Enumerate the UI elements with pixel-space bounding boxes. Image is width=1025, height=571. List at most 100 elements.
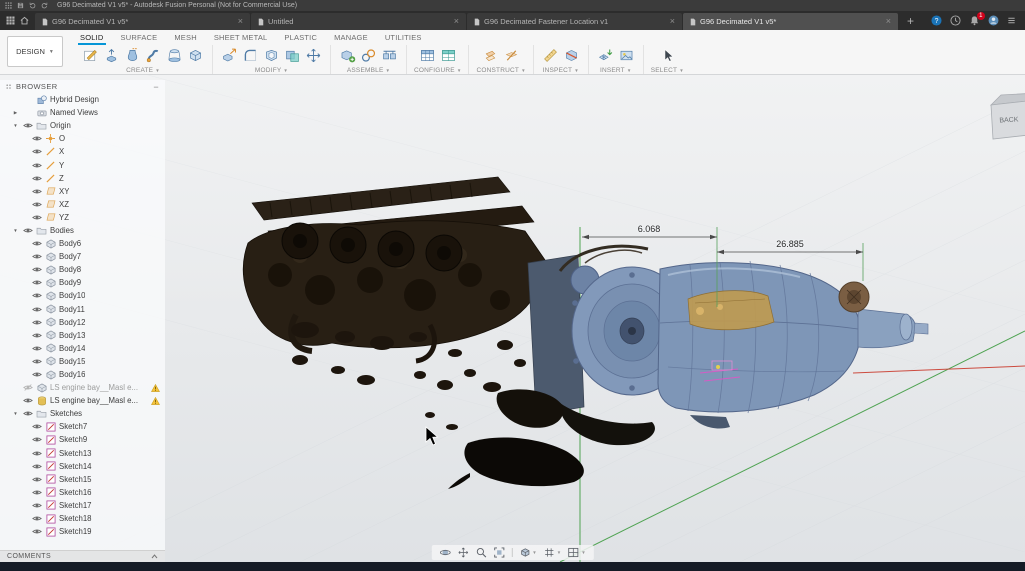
eye-icon[interactable] — [31, 214, 42, 221]
fit-icon[interactable] — [491, 546, 506, 559]
tab-close-icon[interactable]: × — [670, 17, 675, 26]
profile-icon[interactable] — [988, 15, 999, 26]
eye-icon[interactable] — [31, 266, 42, 273]
viewport[interactable]: 6.068 26.885 BACK BROWSER − Hybrid Desig… — [0, 75, 1025, 562]
viewports-icon[interactable]: ▼ — [566, 546, 587, 559]
tab-close-icon[interactable]: × — [886, 17, 891, 26]
tree-item-xy[interactable]: XY — [0, 185, 165, 198]
tree-item-origin[interactable]: ▼Origin — [0, 119, 165, 132]
app-menu-icon[interactable] — [1007, 16, 1016, 25]
group-label[interactable]: CREATE▼ — [126, 67, 160, 74]
eye-icon[interactable] — [22, 227, 33, 234]
pan-icon[interactable] — [455, 546, 470, 559]
primitive-box-icon[interactable] — [186, 46, 205, 65]
tree-item-sketch15[interactable]: Sketch15 — [0, 473, 165, 486]
new-tab-button[interactable]: + — [899, 11, 922, 30]
eye-icon[interactable] — [22, 122, 33, 129]
tree-item-named-views[interactable]: ▶Named Views — [0, 106, 165, 119]
tree-item-sketch14[interactable]: Sketch14 — [0, 460, 165, 473]
extrude-icon[interactable] — [102, 46, 121, 65]
eye-icon[interactable] — [31, 423, 42, 430]
tree-item-body15[interactable]: Body15 — [0, 355, 165, 368]
eye-icon[interactable] — [31, 148, 42, 155]
tree-item-body9[interactable]: Body9 — [0, 276, 165, 289]
select-icon[interactable] — [658, 46, 677, 65]
measure-icon[interactable] — [541, 46, 560, 65]
chevron-expanded-icon[interactable]: ▼ — [12, 228, 19, 233]
insert-mesh-icon[interactable] — [596, 46, 615, 65]
eye-icon[interactable] — [31, 463, 42, 470]
tree-item-body16[interactable]: Body16 — [0, 368, 165, 381]
save-icon[interactable] — [16, 2, 24, 10]
tree-item-o[interactable]: O — [0, 132, 165, 145]
menu-tab-surface[interactable]: SURFACE — [119, 30, 160, 45]
group-label[interactable]: MODIFY▼ — [255, 67, 288, 74]
menu-tab-manage[interactable]: MANAGE — [332, 30, 370, 45]
eye-icon[interactable] — [31, 292, 42, 299]
tree-item-bodies[interactable]: ▼Bodies — [0, 224, 165, 237]
eye-icon[interactable] — [31, 436, 42, 443]
eye-off-icon[interactable] — [22, 384, 33, 391]
eye-icon[interactable] — [31, 240, 42, 247]
configuration-icon[interactable] — [418, 46, 437, 65]
job-status-icon[interactable] — [950, 15, 961, 26]
tree-item-xz[interactable]: XZ — [0, 198, 165, 211]
tree-item-body7[interactable]: Body7 — [0, 250, 165, 263]
tree-item-sketch9[interactable]: Sketch9 — [0, 433, 165, 446]
eye-icon[interactable] — [31, 175, 42, 182]
tree-item-body13[interactable]: Body13 — [0, 329, 165, 342]
eye-icon[interactable] — [22, 410, 33, 417]
data-panel-grid-icon[interactable] — [6, 16, 15, 25]
eye-icon[interactable] — [31, 502, 42, 509]
menu-tab-plastic[interactable]: PLASTIC — [282, 30, 319, 45]
tree-item-sketch19[interactable]: Sketch19 — [0, 525, 165, 538]
menu-tab-solid[interactable]: SOLID — [78, 30, 106, 45]
display-settings-icon[interactable]: ▼ — [517, 546, 538, 559]
chevron-expanded-icon[interactable]: ▼ — [12, 411, 19, 416]
tree-item-yz[interactable]: YZ — [0, 211, 165, 224]
tree-item-sketches[interactable]: ▼Sketches — [0, 407, 165, 420]
redo-icon[interactable] — [40, 2, 48, 10]
decal-icon[interactable] — [617, 46, 636, 65]
create-sketch-icon[interactable] — [81, 46, 100, 65]
loft-icon[interactable] — [165, 46, 184, 65]
chevron-collapsed-icon[interactable]: ▶ — [12, 110, 19, 116]
eye-icon[interactable] — [31, 201, 42, 208]
sweep-icon[interactable] — [144, 46, 163, 65]
tree-item-ls-engine-bay-masl-e[interactable]: LS engine bay__Masl e... — [0, 394, 165, 407]
document-tab-untitled[interactable]: Untitled× — [251, 13, 466, 30]
eye-icon[interactable] — [31, 332, 42, 339]
tree-item-body6[interactable]: Body6 — [0, 237, 165, 250]
tree-item-sketch18[interactable]: Sketch18 — [0, 512, 165, 525]
combine-icon[interactable] — [283, 46, 302, 65]
tree-item-x[interactable]: X — [0, 145, 165, 158]
group-label[interactable]: CONSTRUCT▼ — [476, 67, 525, 74]
tab-close-icon[interactable]: × — [454, 17, 459, 26]
rigid-group-icon[interactable] — [380, 46, 399, 65]
eye-icon[interactable] — [31, 528, 42, 535]
group-label[interactable]: ASSEMBLE▼ — [347, 67, 390, 74]
revolve-icon[interactable] — [123, 46, 142, 65]
construct-axis-icon[interactable] — [502, 46, 521, 65]
section-analysis-icon[interactable] — [562, 46, 581, 65]
app-grid-icon[interactable] — [4, 2, 12, 10]
eye-icon[interactable] — [31, 358, 42, 365]
chevron-expanded-icon[interactable]: ▼ — [12, 123, 19, 128]
workspace-selector[interactable]: DESIGN ▼ — [7, 36, 63, 67]
move-copy-icon[interactable] — [304, 46, 323, 65]
offset-plane-icon[interactable] — [481, 46, 500, 65]
document-tab-g96-decimated-v1-v5[interactable]: G96 Decimated V1 v5*× — [683, 13, 898, 30]
eye-icon[interactable] — [31, 279, 42, 286]
document-tab-g96-decimated-fastener-location-v1[interactable]: G96 Decimated Fastener Location v1× — [467, 13, 682, 30]
eye-icon[interactable] — [31, 450, 42, 457]
chevron-up-icon[interactable] — [151, 554, 158, 559]
tree-item-sketch7[interactable]: Sketch7 — [0, 420, 165, 433]
group-label[interactable]: SELECT▼ — [651, 67, 684, 74]
fillet-icon[interactable] — [241, 46, 260, 65]
group-label[interactable]: CONFIGURE▼ — [414, 67, 461, 74]
tree-item-body8[interactable]: Body8 — [0, 263, 165, 276]
joint-icon[interactable] — [359, 46, 378, 65]
eye-icon[interactable] — [31, 515, 42, 522]
menu-tab-mesh[interactable]: MESH — [172, 30, 198, 45]
eye-icon[interactable] — [22, 397, 33, 404]
